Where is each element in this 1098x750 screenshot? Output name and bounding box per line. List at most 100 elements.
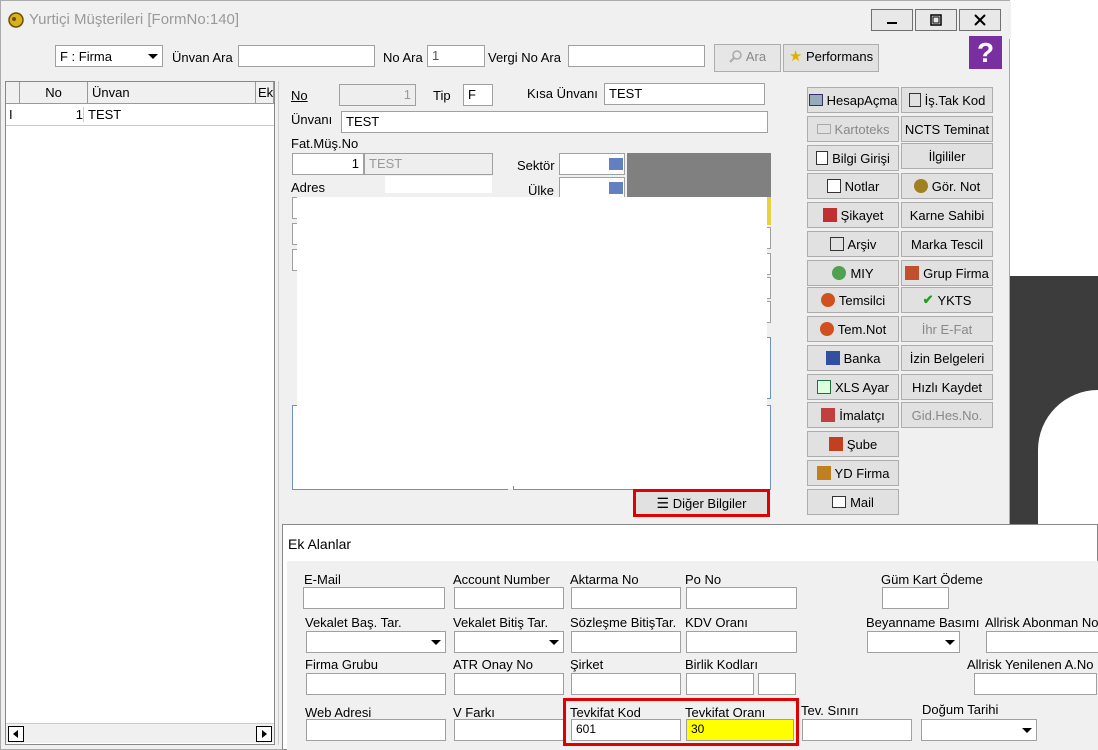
unvan-search-input[interactable] <box>238 45 375 67</box>
ihr-e-fat-button[interactable]: İhr E-Fat <box>901 316 993 342</box>
performans-button[interactable]: ★ Performans <box>783 44 879 72</box>
arsiv-button[interactable]: Arşiv <box>807 231 899 257</box>
yd-firma-button[interactable]: YD Firma <box>807 460 899 486</box>
fatmus-field[interactable]: 1 <box>292 153 364 175</box>
banka-label: Banka <box>843 350 881 366</box>
gor-not-button[interactable]: Gör. Not <box>901 173 993 199</box>
tem-not-label: Tem.Not <box>837 321 887 337</box>
tem-not-button[interactable]: Tem.Not <box>807 316 899 342</box>
table-row[interactable]: I 1 TEST <box>6 104 274 126</box>
gid-hes-no-button[interactable]: Gid.Hes.No. <box>901 402 993 428</box>
gum-kart-field[interactable] <box>882 587 949 609</box>
sirket-field[interactable] <box>571 673 681 695</box>
ulke-field[interactable] <box>559 177 625 199</box>
bilgi-girisi-button[interactable]: Bilgi Girişi <box>807 145 899 171</box>
ncts-teminat-label: NCTS Teminat <box>904 121 990 137</box>
v-farki-field[interactable] <box>454 719 564 741</box>
sube-button[interactable]: Şube <box>807 431 899 457</box>
miy-button[interactable]: MIY <box>807 260 899 286</box>
tip-field[interactable]: F <box>463 84 493 106</box>
marka-tescil-button[interactable]: Marka Tescil <box>901 231 993 257</box>
banka-button[interactable]: Banka <box>807 345 899 371</box>
allrisk-yen-field[interactable] <box>974 673 1097 695</box>
grid-corner <box>6 82 20 104</box>
lookup-icon[interactable] <box>609 158 623 170</box>
izin-belgeleri-button[interactable]: İzin Belgeleri <box>901 345 993 371</box>
email-field[interactable] <box>303 587 445 609</box>
redacted-area <box>627 153 771 197</box>
maximize-button[interactable] <box>915 9 957 31</box>
notlar-button[interactable]: Notlar <box>807 173 899 199</box>
tev-siniri-label: Tev. Sınırı <box>801 703 859 718</box>
web-adresi-field[interactable] <box>306 719 446 741</box>
vekalet-bas-select[interactable] <box>306 631 446 653</box>
diger-bilgiler-button[interactable]: ☰ Diğer Bilgiler <box>633 489 770 517</box>
lookup-icon[interactable] <box>609 182 623 194</box>
tevkifat-oran-field[interactable]: 30 <box>686 719 794 741</box>
po-no-field[interactable] <box>686 587 797 609</box>
type-select[interactable]: F : Firma <box>55 45 163 67</box>
firma-grubu-field[interactable] <box>306 673 446 695</box>
kartoteks-label: Kartoteks <box>834 121 890 137</box>
sozlesme-bit-field[interactable] <box>571 631 681 653</box>
kartoteks-button[interactable]: Kartoteks <box>807 116 899 142</box>
help-icon[interactable]: ? <box>969 36 1002 69</box>
aktarma-no-field[interactable] <box>571 587 681 609</box>
atr-field[interactable] <box>454 673 564 695</box>
hizli-kaydet-button[interactable]: Hızlı Kaydet <box>901 374 993 400</box>
kdv-field[interactable] <box>686 631 797 653</box>
account-number-field[interactable] <box>454 587 564 609</box>
splitter[interactable] <box>278 81 281 745</box>
scroll-right-icon[interactable] <box>256 726 272 742</box>
row-marker: I <box>9 107 13 122</box>
minimize-button[interactable] <box>871 9 913 31</box>
notes-icon <box>826 179 841 193</box>
account-number-label: Account Number <box>453 572 550 587</box>
tev-siniri-field[interactable] <box>802 719 912 741</box>
ilgililer-button[interactable]: İlgililer <box>901 143 993 169</box>
ncts-teminat-button[interactable]: NCTS Teminat <box>901 116 993 142</box>
fatmus-name-field: TEST <box>364 153 493 175</box>
sikayet-button[interactable]: Şikayet <box>807 202 899 228</box>
temsilci-label: Temsilci <box>838 292 886 308</box>
vergi-search-input[interactable] <box>568 45 705 67</box>
fatmus-label: Fat.Müş.No <box>291 136 359 151</box>
dogum-tarihi-select[interactable] <box>921 719 1037 741</box>
diger-bilgiler-label: Diğer Bilgiler <box>672 496 747 511</box>
ara-button[interactable]: Ara <box>714 44 781 72</box>
tevkifat-kod-field[interactable]: 601 <box>571 719 681 741</box>
allrisk-abone-field[interactable] <box>986 631 1098 653</box>
grid-header-ek[interactable]: Ek <box>256 82 274 104</box>
gor-not-label: Gör. Not <box>931 178 981 194</box>
gum-kart-label: Güm Kart Ödeme <box>881 572 983 587</box>
temsilci-button[interactable]: Temsilci <box>807 287 899 313</box>
ykts-button[interactable]: ✔ YKTS <box>901 287 993 313</box>
grid-header-unvan[interactable]: Ünvan <box>88 82 256 104</box>
unvan-field[interactable]: TEST <box>341 111 768 133</box>
hesapacma-button[interactable]: HesapAçma <box>807 87 899 113</box>
birlik-kodlari-field-2[interactable] <box>758 673 796 695</box>
imalatci-button[interactable]: İmalatçı <box>807 402 899 428</box>
unvan-search-label: Ünvan Ara <box>172 50 233 65</box>
no-search-input[interactable]: 1 <box>427 45 485 67</box>
beyanname-select[interactable] <box>867 631 960 653</box>
horizontal-scrollbar[interactable] <box>6 723 274 743</box>
grup-firma-button[interactable]: Grup Firma <box>901 260 993 286</box>
sektor-field[interactable] <box>559 153 625 175</box>
sektor-label: Sektör <box>517 158 555 173</box>
is-tak-kod-button[interactable]: İş.Tak Kod <box>901 87 993 113</box>
vekalet-bit-select[interactable] <box>454 631 564 653</box>
notes-left-edge <box>292 405 297 490</box>
kisa-unvan-field[interactable]: TEST <box>604 83 765 105</box>
xls-ayar-button[interactable]: XLS Ayar <box>807 374 899 400</box>
ek-alanlar-title: Ek Alanlar <box>288 536 352 552</box>
karne-sahibi-button[interactable]: Karne Sahibi <box>901 202 993 228</box>
birlik-kodlari-field-1[interactable] <box>686 673 754 695</box>
globe-icon <box>832 266 847 280</box>
mail-button[interactable]: Mail <box>807 489 899 515</box>
close-button[interactable] <box>959 9 1001 31</box>
birlik-kodlari-label: Birlik Kodları <box>685 657 758 672</box>
scroll-left-icon[interactable] <box>8 726 24 742</box>
grid-header-no[interactable]: No <box>20 82 88 104</box>
no-field[interactable]: 1 <box>339 84 416 106</box>
